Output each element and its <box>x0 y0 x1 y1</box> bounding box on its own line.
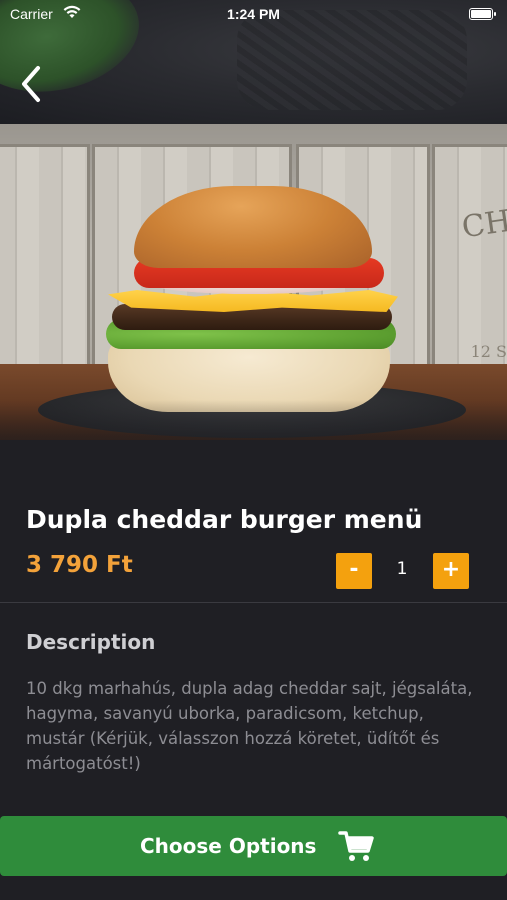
shopping-cart-icon <box>338 831 374 861</box>
product-title: Dupla cheddar burger menü <box>26 505 423 534</box>
chevron-left-icon <box>22 66 40 102</box>
hero-fade <box>0 400 507 440</box>
crate-stencil-text: CH <box>459 203 507 246</box>
crate-stencil-number: 12 S <box>470 342 507 361</box>
burger-photo: CH 12 S <box>0 124 507 440</box>
choose-options-label: Choose Options <box>140 834 317 858</box>
quantity-value: 1 <box>396 559 408 579</box>
choose-options-button[interactable]: Choose Options <box>0 816 507 876</box>
quantity-decrease-button[interactable]: - <box>336 553 372 589</box>
crate-right: CH 12 S <box>432 144 507 394</box>
divider <box>0 602 507 603</box>
description-text: 10 dkg marhahús, dupla adag cheddar sajt… <box>26 679 473 773</box>
quantity-increase-button[interactable]: + <box>433 553 469 589</box>
crate-left <box>0 144 90 394</box>
description-heading: Description <box>26 630 156 654</box>
clock: 1:24 PM <box>227 6 280 22</box>
battery-icon <box>469 8 496 20</box>
status-bar: Carrier 1:24 PM <box>0 0 507 28</box>
back-button[interactable] <box>16 64 46 104</box>
product-price: 3 790 Ft <box>26 552 133 578</box>
